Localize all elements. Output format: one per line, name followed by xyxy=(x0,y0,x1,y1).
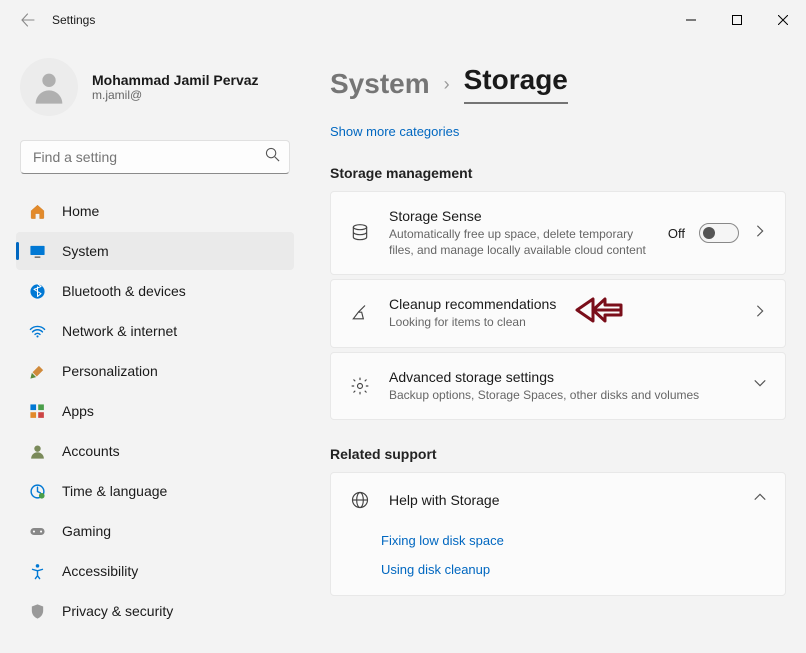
user-name: Mohammad Jamil Pervaz xyxy=(92,72,259,88)
chevron-right-icon xyxy=(753,304,767,323)
nav-label: Accounts xyxy=(62,443,120,459)
nav-label: Time & language xyxy=(62,483,167,499)
wifi-icon xyxy=(28,322,46,340)
breadcrumb-current: Storage xyxy=(464,64,568,104)
breadcrumb-parent[interactable]: System xyxy=(330,68,430,100)
nav-list: Home System Bluetooth & devices Network … xyxy=(16,192,294,630)
nav-label: Privacy & security xyxy=(62,603,173,619)
maximize-button[interactable] xyxy=(714,3,760,37)
row-subtitle: Looking for items to clean xyxy=(389,314,735,330)
avatar xyxy=(20,58,78,116)
nav-time-language[interactable]: Time & language xyxy=(16,472,294,510)
cleanup-recommendations-row[interactable]: Cleanup recommendations Looking for item… xyxy=(330,279,786,347)
nav-apps[interactable]: Apps xyxy=(16,392,294,430)
search-input[interactable] xyxy=(20,140,290,174)
gear-icon xyxy=(349,375,371,397)
row-title: Advanced storage settings xyxy=(389,369,735,385)
row-title: Help with Storage xyxy=(389,492,735,508)
paintbrush-icon xyxy=(28,362,46,380)
nav-label: Network & internet xyxy=(62,323,177,339)
nav-privacy-security[interactable]: Privacy & security xyxy=(16,592,294,630)
title-bar: Settings xyxy=(0,0,806,40)
storage-sense-row[interactable]: Storage Sense Automatically free up spac… xyxy=(330,191,786,275)
advanced-storage-row[interactable]: Advanced storage settings Backup options… xyxy=(330,352,786,420)
nav-label: Gaming xyxy=(62,523,111,539)
nav-bluetooth[interactable]: Bluetooth & devices xyxy=(16,272,294,310)
help-with-storage-card: Help with Storage Fixing low disk space … xyxy=(330,472,786,596)
window-controls xyxy=(668,3,806,37)
nav-network[interactable]: Network & internet xyxy=(16,312,294,350)
back-button[interactable] xyxy=(12,4,44,36)
breadcrumb: System › Storage xyxy=(330,64,786,104)
chevron-right-icon: › xyxy=(444,74,450,95)
user-email: m.jamil@ xyxy=(92,88,259,102)
window-title: Settings xyxy=(52,13,95,27)
nav-system[interactable]: System xyxy=(16,232,294,270)
system-icon xyxy=(28,242,46,260)
nav-gaming[interactable]: Gaming xyxy=(16,512,294,550)
close-button[interactable] xyxy=(760,3,806,37)
row-title: Storage Sense xyxy=(389,208,650,224)
section-storage-management: Storage management xyxy=(330,165,786,181)
section-related-support: Related support xyxy=(330,446,786,462)
minimize-button[interactable] xyxy=(668,3,714,37)
accounts-icon xyxy=(28,442,46,460)
nav-home[interactable]: Home xyxy=(16,192,294,230)
nav-label: Personalization xyxy=(62,363,158,379)
nav-accessibility[interactable]: Accessibility xyxy=(16,552,294,590)
chevron-right-icon xyxy=(753,224,767,243)
row-subtitle: Backup options, Storage Spaces, other di… xyxy=(389,387,735,403)
nav-label: Bluetooth & devices xyxy=(62,283,186,299)
gaming-icon xyxy=(28,522,46,540)
main-content: System › Storage Show more categories St… xyxy=(300,40,806,653)
shield-icon xyxy=(28,602,46,620)
person-icon xyxy=(29,67,69,107)
accessibility-icon xyxy=(28,562,46,580)
help-link-low-disk[interactable]: Fixing low disk space xyxy=(381,533,767,548)
nav-personalization[interactable]: Personalization xyxy=(16,352,294,390)
user-profile[interactable]: Mohammad Jamil Pervaz m.jamil@ xyxy=(16,40,294,136)
row-title: Cleanup recommendations xyxy=(389,296,735,312)
nav-label: Apps xyxy=(62,403,94,419)
help-links: Fixing low disk space Using disk cleanup xyxy=(331,527,785,595)
apps-icon xyxy=(28,402,46,420)
arrow-left-icon xyxy=(20,12,36,28)
nav-label: Home xyxy=(62,203,99,219)
search-icon xyxy=(265,147,280,167)
nav-accounts[interactable]: Accounts xyxy=(16,432,294,470)
help-with-storage-row[interactable]: Help with Storage xyxy=(331,473,785,527)
search-box xyxy=(20,140,290,174)
database-icon xyxy=(349,222,371,244)
sidebar: Mohammad Jamil Pervaz m.jamil@ Home Syst… xyxy=(0,40,300,653)
row-subtitle: Automatically free up space, delete temp… xyxy=(389,226,650,258)
globe-clock-icon xyxy=(28,482,46,500)
nav-label: Accessibility xyxy=(62,563,138,579)
chevron-up-icon xyxy=(753,490,767,509)
toggle-label: Off xyxy=(668,226,685,241)
globe-icon xyxy=(349,489,371,511)
help-link-disk-cleanup[interactable]: Using disk cleanup xyxy=(381,562,767,577)
show-more-categories-link[interactable]: Show more categories xyxy=(330,124,786,139)
chevron-down-icon xyxy=(753,376,767,395)
storage-sense-toggle[interactable] xyxy=(699,223,739,243)
nav-label: System xyxy=(62,243,109,259)
home-icon xyxy=(28,202,46,220)
bluetooth-icon xyxy=(28,282,46,300)
broom-icon xyxy=(349,302,371,324)
